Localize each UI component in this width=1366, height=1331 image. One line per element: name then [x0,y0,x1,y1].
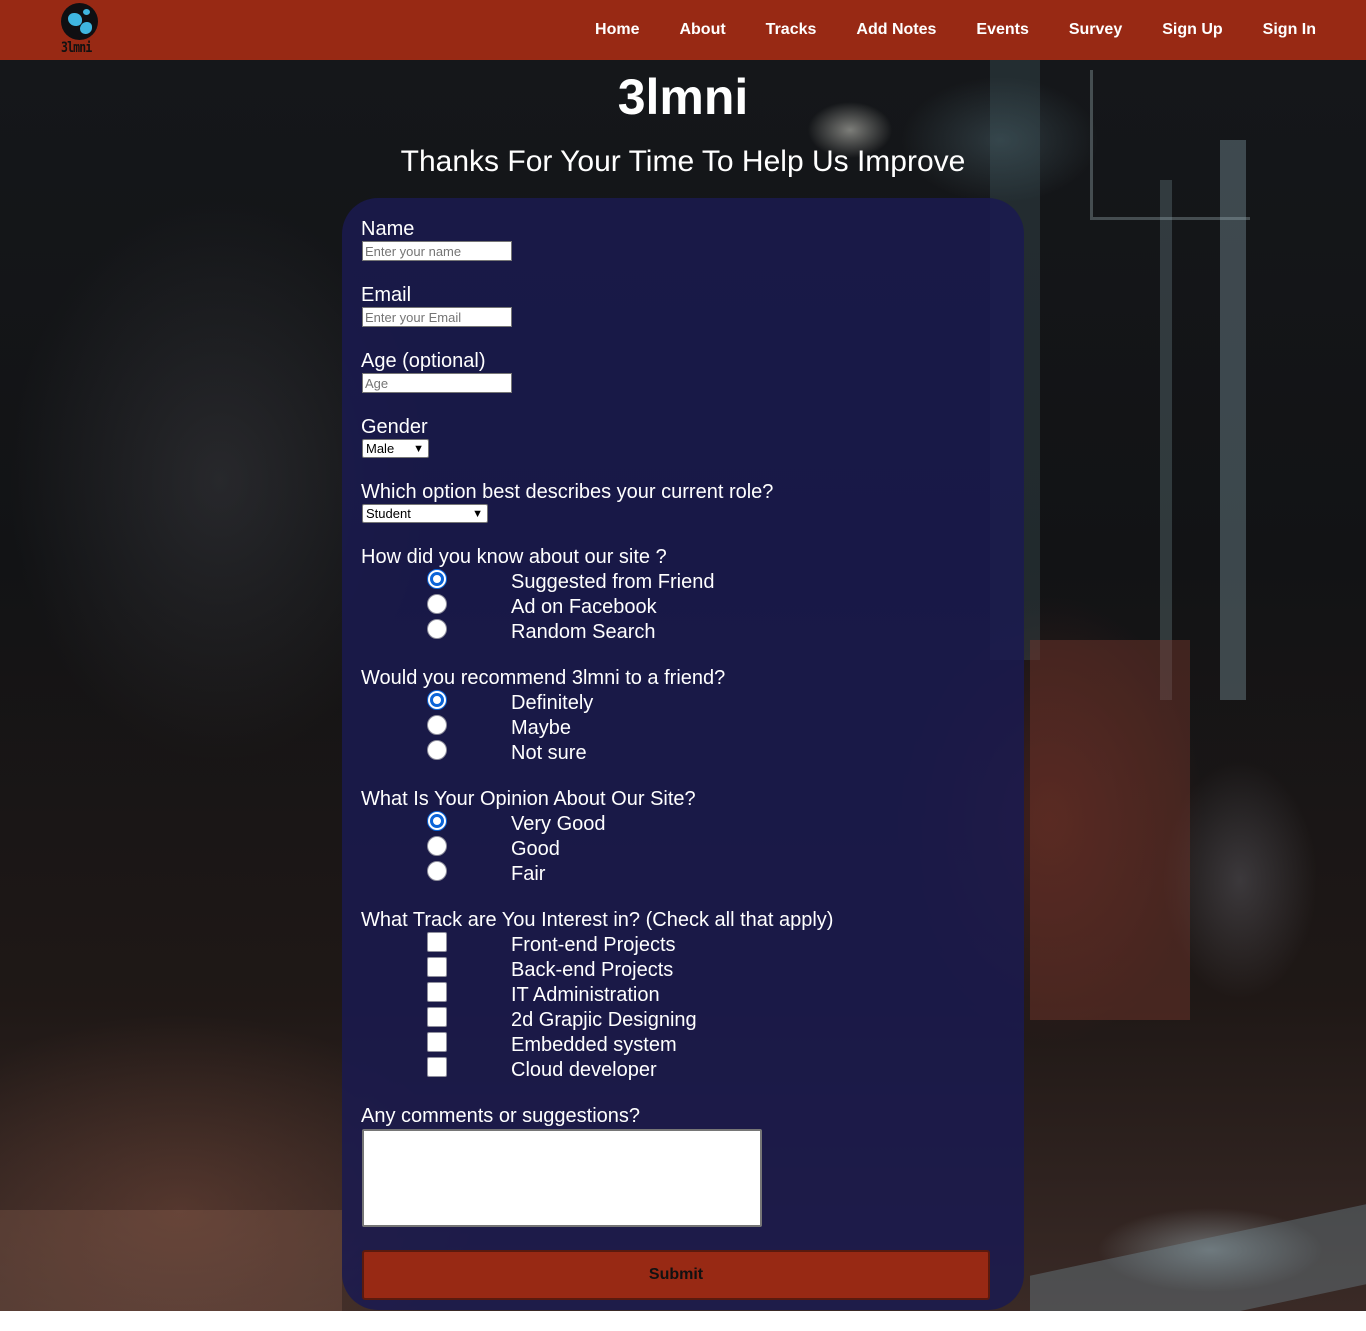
gender-selected-value: Male [366,441,395,456]
role-selected-value: Student [366,506,411,521]
track-option-frontend: Front-end Projects [511,934,676,956]
opinion-radio-very-good[interactable] [427,811,447,831]
track-checkbox-embedded[interactable] [427,1032,447,1052]
comments-label: Any comments or suggestions? [361,1105,641,1127]
source-option-friend: Suggested from Friend [511,571,715,593]
tracks-label: What Track are You Interest in? (Check a… [361,909,834,931]
track-checkbox-backend[interactable] [427,957,447,977]
recommend-label: Would you recommend 3lmni to a friend? [361,667,726,689]
page-title: 3lmni [617,69,749,125]
email-input[interactable] [362,307,512,327]
logo-text: 3lmni [61,40,92,56]
source-radio-search[interactable] [427,619,447,639]
recommend-radio-maybe[interactable] [427,715,447,735]
opinion-option-good: Good [511,838,560,860]
track-option-backend: Back-end Projects [511,959,674,981]
track-option-cloud: Cloud developer [511,1059,657,1081]
age-label: Age (optional) [361,350,486,372]
opinion-option-very-good: Very Good [511,813,606,835]
gender-select[interactable]: Male ▼ [362,439,429,458]
globe-icon [61,3,98,40]
track-checkbox-2d-design[interactable] [427,1007,447,1027]
role-select[interactable]: Student ▼ [362,504,488,523]
name-label: Name [361,218,415,240]
source-radio-friend[interactable] [427,569,447,589]
opinion-label: What Is Your Opinion About Our Site? [361,788,696,810]
nav-link-about[interactable]: About [679,21,725,38]
opinion-radio-fair[interactable] [427,861,447,881]
chevron-down-icon: ▼ [413,443,424,455]
page-subtitle: Thanks For Your Time To Help Us Improve [400,145,966,178]
email-label: Email [361,284,412,306]
navbar: 3lmni Home About Tracks Add Notes Events… [0,0,1366,60]
recommend-radio-definitely[interactable] [427,690,447,710]
nav-link-add-notes[interactable]: Add Notes [856,21,936,38]
nav-link-events[interactable]: Events [976,21,1028,38]
nav-link-survey[interactable]: Survey [1069,21,1122,38]
recommend-radio-not-sure[interactable] [427,740,447,760]
opinion-option-fair: Fair [511,863,546,885]
comments-textarea[interactable] [362,1129,762,1227]
nav-link-sign-in[interactable]: Sign In [1263,21,1316,38]
age-input[interactable] [362,373,512,393]
chevron-down-icon: ▼ [472,508,483,520]
recommend-option-maybe: Maybe [511,717,572,739]
track-checkbox-frontend[interactable] [427,932,447,952]
track-option-2d-design: 2d Grapjic Designing [511,1009,697,1031]
site-logo[interactable]: 3lmni [59,2,103,58]
source-option-search: Random Search [511,621,656,643]
nav-link-tracks[interactable]: Tracks [766,21,817,38]
nav-link-sign-up[interactable]: Sign Up [1162,21,1222,38]
nav-links: Home About Tracks Add Notes Events Surve… [555,0,1316,60]
track-option-it-admin: IT Administration [511,984,660,1006]
source-radio-facebook[interactable] [427,594,447,614]
track-checkbox-it-admin[interactable] [427,982,447,1002]
track-checkbox-cloud[interactable] [427,1057,447,1077]
gender-label: Gender [361,416,428,438]
nav-link-home[interactable]: Home [595,21,639,38]
track-option-embedded: Embedded system [511,1034,677,1056]
submit-button[interactable]: Submit [362,1250,990,1300]
recommend-option-not-sure: Not sure [511,742,587,764]
source-option-facebook: Ad on Facebook [511,596,657,618]
source-label: How did you know about our site ? [361,546,667,568]
recommend-option-definitely: Definitely [511,692,594,714]
role-label: Which option best describes your current… [361,481,774,503]
name-input[interactable] [362,241,512,261]
opinion-radio-good[interactable] [427,836,447,856]
